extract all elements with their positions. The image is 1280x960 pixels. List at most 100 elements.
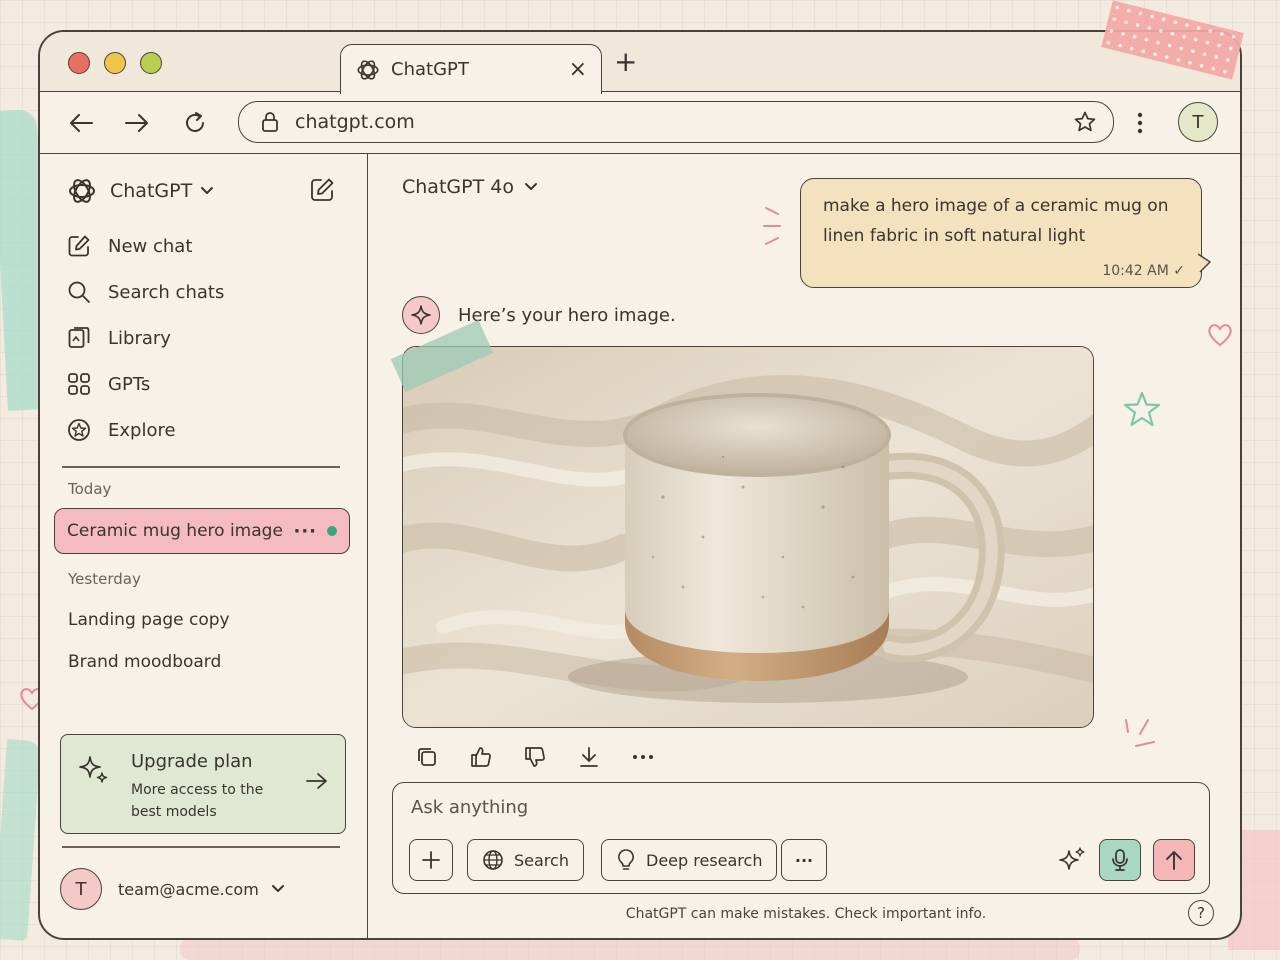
download-button[interactable] (574, 742, 604, 772)
heart-doodle-icon (1208, 324, 1232, 347)
chevron-down-icon (524, 183, 537, 190)
chat-item[interactable]: Landing page copy (68, 610, 230, 630)
chevron-down-icon (271, 885, 284, 892)
sidebar-item-gpts[interactable]: GPTs (66, 368, 150, 400)
gpts-grid-icon (68, 373, 90, 395)
more-tools-button[interactable]: ··· (781, 839, 827, 881)
lock-icon (262, 112, 278, 132)
send-button[interactable] (1153, 839, 1195, 881)
address-bar[interactable]: chatgpt.com (238, 101, 1114, 143)
deep-research-button[interactable]: Deep research (601, 839, 778, 881)
sidebar: ChatGPT New chat Search chats Library GP… (40, 154, 368, 938)
account-avatar: T (60, 868, 102, 910)
search-tool-label: Search (514, 850, 569, 870)
message-composer: Ask anything Search Deep research ··· (392, 782, 1210, 894)
ceramic-mug-illustration (403, 347, 1093, 727)
tab-title: ChatGPT (391, 59, 469, 80)
chat-item-active[interactable]: Ceramic mug hero image ··· (54, 508, 350, 554)
tab-strip: ChatGPT × + (40, 32, 1240, 94)
close-window-button[interactable] (68, 52, 90, 74)
thumbs-down-icon (525, 747, 545, 767)
microphone-icon (1112, 849, 1128, 871)
back-button[interactable] (66, 108, 96, 138)
library-icon (68, 327, 90, 348)
more-actions-button[interactable] (628, 742, 658, 772)
user-message-bubble: make a hero image of a ceramic mug on li… (800, 178, 1202, 288)
browser-tab-chatgpt[interactable]: ChatGPT × (340, 44, 602, 94)
download-icon (580, 747, 598, 767)
help-button[interactable]: ? (1188, 900, 1214, 926)
kebab-menu-icon (1137, 112, 1143, 134)
tab-close-icon[interactable]: × (569, 57, 587, 82)
sidebar-item-label: GPTs (108, 373, 151, 395)
profile-avatar[interactable]: T (1178, 102, 1218, 142)
thumbs-down-button[interactable] (520, 742, 550, 772)
sidebar-item-explore[interactable]: Explore (66, 414, 176, 446)
copy-icon (418, 748, 436, 766)
search-tool-button[interactable]: Search (467, 839, 584, 881)
copy-button[interactable] (412, 742, 442, 772)
sidebar-item-label: Explore (108, 419, 176, 441)
section-label-yesterday: Yesterday (68, 570, 141, 588)
star-doodle-icon (1123, 391, 1161, 427)
forward-button[interactable] (122, 108, 152, 138)
sidebar-item-label: Search chats (108, 281, 225, 303)
voice-input-button[interactable] (1099, 839, 1141, 881)
minimize-window-button[interactable] (104, 52, 126, 74)
account-switcher[interactable]: T team@acme.com (60, 866, 346, 912)
mint-tape-decoration-bottom (0, 739, 41, 941)
upgrade-plan-card[interactable]: Upgrade plan More access to the best mod… (60, 734, 346, 834)
pink-tape-decoration (180, 938, 1080, 960)
sparkle-icon (79, 756, 108, 783)
section-label-today: Today (68, 480, 112, 498)
chat-item[interactable]: Brand moodboard (68, 652, 221, 672)
reload-icon (186, 112, 204, 132)
navigation-bar: chatgpt.com T (40, 92, 1240, 154)
assistant-message-text: Here’s your hero image. (458, 304, 676, 326)
message-actions (412, 742, 658, 772)
chevron-down-icon[interactable] (200, 186, 214, 196)
disclaimer-text: ChatGPT can make mistakes. Check importa… (625, 906, 987, 922)
openai-logo-icon (357, 59, 379, 80)
thumbs-up-button[interactable] (466, 742, 496, 772)
sparkle-icon (1059, 847, 1085, 870)
reload-button[interactable] (180, 108, 210, 138)
lightbulb-icon (618, 849, 634, 870)
chat-options-button[interactable]: ··· (293, 521, 317, 542)
sidebar-item-library[interactable]: Library (66, 322, 171, 354)
deep-research-label: Deep research (646, 850, 763, 870)
sidebar-item-new-chat[interactable]: New chat (66, 230, 192, 262)
composer-input[interactable]: Ask anything (411, 797, 528, 818)
sidebar-brand[interactable]: ChatGPT (110, 180, 192, 202)
browser-window: ChatGPT × + chatgpt.com T ChatGPT New ch… (38, 30, 1242, 940)
window-controls (68, 52, 162, 74)
upgrade-subtitle: More access to the best models (131, 782, 264, 820)
new-tab-button[interactable]: + (614, 48, 637, 76)
sidebar-header: ChatGPT (66, 174, 336, 208)
message-time: 10:42 AM (1102, 263, 1169, 279)
account-email: team@acme.com (118, 879, 259, 899)
more-horizontal-icon (633, 755, 653, 759)
compose-icon (311, 178, 334, 201)
thumbs-up-icon (471, 747, 491, 767)
sidebar-item-label: Library (108, 327, 171, 349)
compose-button[interactable] (308, 176, 336, 204)
read-check-icon: ✓ (1173, 263, 1185, 279)
status-dot (327, 526, 337, 536)
magic-button[interactable] (1057, 845, 1087, 875)
sidebar-divider (62, 846, 340, 848)
browser-menu-button[interactable] (1130, 108, 1150, 138)
chat-main: ChatGPT 4o make a hero image of a cerami… (370, 154, 1240, 938)
url-text: chatgpt.com (295, 111, 415, 133)
chat-item-label: Ceramic mug hero image (67, 521, 283, 541)
attach-button[interactable] (409, 839, 453, 881)
bookmark-star-icon[interactable] (1073, 110, 1097, 134)
model-name: ChatGPT 4o (402, 176, 514, 198)
arrow-up-icon (1166, 851, 1182, 870)
model-selector[interactable]: ChatGPT 4o (402, 176, 538, 198)
sidebar-item-search-chats[interactable]: Search chats (66, 276, 224, 308)
plus-icon (422, 851, 440, 869)
sidebar-divider (62, 466, 340, 468)
maximize-window-button[interactable] (140, 52, 162, 74)
generated-image[interactable] (402, 346, 1094, 728)
